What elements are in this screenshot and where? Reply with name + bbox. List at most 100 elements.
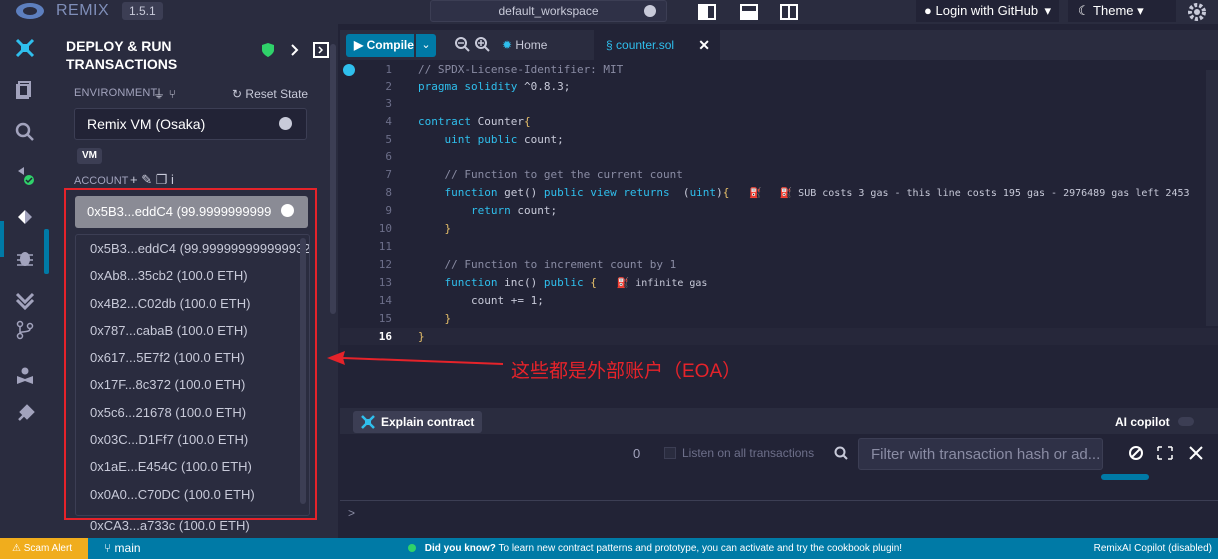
plugin-manager-icon[interactable] [15, 404, 35, 424]
panel-scrollbar[interactable] [330, 44, 336, 314]
git-icon[interactable] [15, 320, 35, 340]
chevron-down-icon: ⌄ [421, 39, 431, 51]
scam-alert-button[interactable]: ⚠ Scam Alert [0, 538, 88, 559]
fork-icon[interactable]: ⑂ [169, 87, 176, 101]
version-badge: 1.5.1 [122, 2, 163, 20]
account-option[interactable]: 0x0A0...C70DC (100.0 ETH) [76, 481, 309, 508]
layout-icons [698, 4, 798, 20]
account-option[interactable]: 0x787...cabaB (100.0 ETH) [76, 317, 309, 344]
code-editor[interactable]: 1// SPDX-License-Identifier: MIT 2 pragma… [340, 60, 1218, 408]
chevron-down-icon: ▾ [1044, 3, 1051, 18]
learneth-icon[interactable] [15, 366, 35, 386]
copilot-status[interactable]: RemixAI Copilot (disabled) [1094, 538, 1212, 559]
code-line: 3 [385, 97, 392, 110]
listen-transactions-checkbox[interactable] [664, 447, 676, 459]
workspace-name: default_workspace [498, 4, 599, 18]
code-line: 13 function inc() public { ⛽ infinite ga… [378, 276, 708, 289]
layout-right-panel-icon [780, 4, 798, 20]
app-name: REMIX [56, 2, 110, 19]
deploy-run-icon[interactable] [15, 207, 35, 227]
deploy-run-panel: DEPLOY & RUN TRANSACTIONS ENVIRONMENT ⏚ … [50, 24, 338, 538]
account-option[interactable]: 0x1aE...E454C (100.0 ETH) [76, 453, 309, 480]
panel-title: DEPLOY & RUN TRANSACTIONS [66, 38, 178, 72]
account-option[interactable]: 0xAb8...35cb2 (100.0 ETH) [76, 262, 309, 289]
terminal-scrollbar[interactable] [1101, 474, 1149, 480]
plug-icon[interactable]: ⏚ [153, 87, 165, 101]
account-option[interactable]: 0x03C...D1Ff7 (100.0 ETH) [76, 426, 309, 453]
tab-home-label: Home [515, 38, 548, 52]
editor-tab-bar: ▶ Compile ⌄ ✹ Home § counter.sol ✕ [340, 30, 1218, 60]
explain-contract-button[interactable]: Explain contract [353, 411, 482, 433]
code-line: 4 contract Counter{ [385, 115, 531, 128]
layout-bottom-panel-icon [740, 4, 758, 20]
tab-home[interactable]: ✹ Home [502, 34, 547, 57]
rail-active-indicator [0, 221, 4, 257]
edit-icon[interactable]: ✎ [141, 172, 152, 187]
scam-alert-label: Scam Alert [23, 543, 73, 554]
terminal-prompt[interactable]: > [348, 506, 355, 520]
reset-icon: ↻ [232, 87, 243, 101]
account-option[interactable]: 0xCA3...a733c (100.0 ETH) [90, 518, 250, 533]
login-with-github-button[interactable]: ● Login with GitHub ▾ [916, 0, 1059, 22]
terminal-divider [340, 500, 1218, 501]
chevron-down-icon [281, 204, 294, 217]
files-icon[interactable] [15, 80, 35, 100]
account-option[interactable]: 0x5B3...eddC4 (99.9999999999999324 [76, 235, 309, 262]
add-account-icon[interactable]: + [130, 172, 138, 187]
terminal-header: 0 Listen on all transactions [340, 434, 1218, 474]
zoom-controls [455, 37, 490, 52]
ai-copilot-label: AI copilot [1115, 415, 1170, 429]
close-icon[interactable]: ✕ [698, 30, 710, 60]
account-option[interactable]: 0x17F...8c372 (100.0 ETH) [76, 371, 309, 398]
shield-icon [262, 43, 274, 57]
account-list-scrollbar[interactable] [300, 238, 306, 504]
editor-scrollbar[interactable] [1206, 70, 1218, 326]
fullscreen-icon [1157, 446, 1173, 460]
reset-state-label: Reset State [245, 87, 309, 101]
listen-transactions-label: Listen on all transactions [682, 446, 815, 460]
annotation-text: 这些都是外部账户（EOA） [511, 361, 742, 382]
compile-button[interactable]: ▶ Compile [346, 34, 414, 57]
environment-icons: ⏚ ⑂ [153, 85, 176, 102]
copy-icon[interactable]: ❐ [156, 172, 168, 187]
warning-icon: ⚠ [12, 543, 21, 554]
environment-select[interactable]: Remix VM (Osaka) [74, 108, 307, 140]
search-icon[interactable] [15, 122, 35, 142]
panel-collapse-icon [313, 42, 329, 58]
info-icon[interactable]: i [171, 172, 174, 187]
compile-options-button[interactable]: ⌄ [416, 34, 436, 57]
did-you-know-tip[interactable]: Did you know? To learn new contract patt… [408, 538, 902, 559]
terminal-output[interactable]: > [340, 474, 1218, 538]
did-you-know-title: Did you know? [424, 543, 496, 554]
remix-logo-icon[interactable] [14, 1, 46, 21]
transaction-filter-input[interactable] [858, 438, 1103, 470]
top-bar: REMIX 1.5.1 default_workspace ● Login wi… [0, 0, 1218, 24]
account-option[interactable]: 0x5c6...21678 (100.0 ETH) [76, 399, 309, 426]
solidity-compiler-icon[interactable] [15, 166, 35, 186]
close-icon [1189, 446, 1203, 460]
workspace-select[interactable]: default_workspace [430, 0, 667, 22]
tip-indicator-icon [408, 544, 416, 553]
remix-home-icon[interactable] [15, 38, 35, 58]
tab-file-label: counter.sol [616, 38, 675, 52]
remix-ai-icon [361, 415, 375, 429]
theme-button[interactable]: ☾ Theme ▾ [1068, 0, 1176, 22]
account-label: ACCOUNT [74, 175, 129, 187]
account-option[interactable]: 0x4B2...C02db (100.0 ETH) [76, 290, 309, 317]
analysis-icon[interactable] [15, 290, 35, 310]
chevron-down-icon [279, 117, 292, 130]
tab-counter-sol[interactable]: § counter.sol ✕ [594, 30, 720, 60]
rail-scroll-indicator [44, 229, 49, 274]
account-select[interactable]: 0x5B3...eddC4 (99.9999999999 [75, 196, 308, 228]
gear-icon[interactable] [1186, 1, 1208, 23]
account-option[interactable]: 0x617...5E7f2 (100.0 ETH) [76, 344, 309, 371]
transaction-count: 0 [633, 446, 641, 461]
code-line: 1// SPDX-License-Identifier: MIT [385, 63, 624, 76]
ai-copilot-toggle[interactable] [1178, 417, 1194, 426]
account-dropdown-list: 0x5B3...eddC4 (99.9999999999999324 0xAb8… [75, 234, 310, 516]
branch-name: main [114, 541, 141, 555]
git-branch[interactable]: ⑂ main [104, 538, 141, 559]
reset-state-button[interactable]: ↻ Reset State [232, 87, 308, 101]
code-line: 8 function get() public view returns (ui… [385, 186, 1190, 199]
debugger-icon[interactable] [15, 248, 35, 268]
